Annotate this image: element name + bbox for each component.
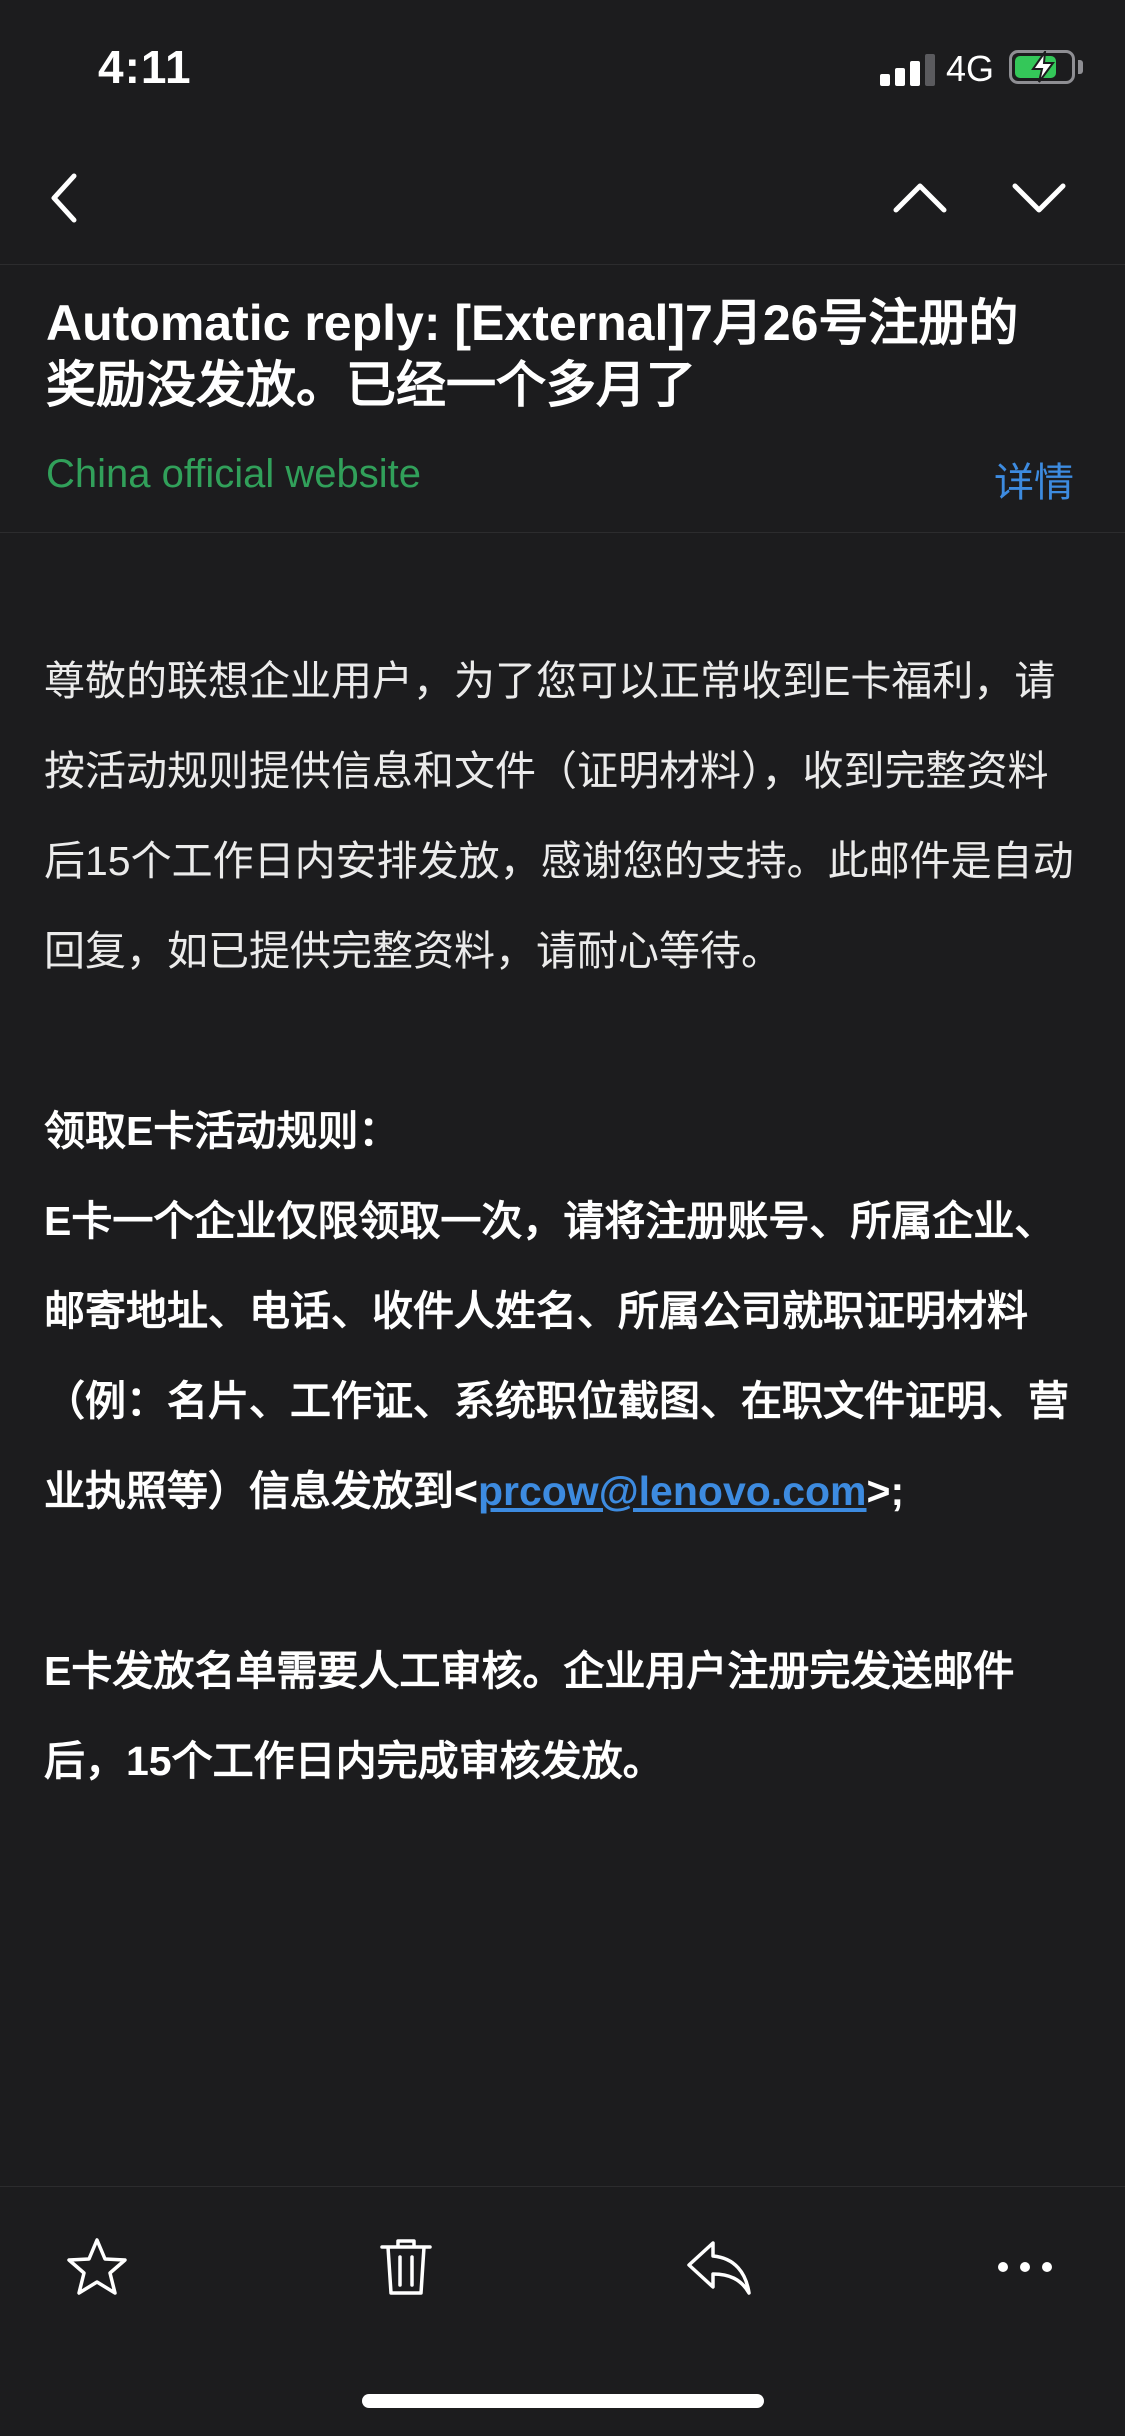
nav-bar: [0, 132, 1125, 265]
trash-icon: [380, 2239, 432, 2295]
charging-bolt-icon: [1031, 51, 1055, 83]
rules-open-bracket: <: [454, 1468, 478, 1514]
chevron-down-icon: [1012, 183, 1066, 213]
header-divider: [0, 532, 1125, 533]
email-subject: Automatic reply: [External]7月26号注册的奖励没发放…: [46, 295, 1019, 413]
rules-text: E卡一个企业仅限领取一次，请将注册账号、所属企业、邮寄地址、电话、收件人姓名、所…: [44, 1198, 1069, 1514]
rules-paragraph: E卡一个企业仅限领取一次，请将注册账号、所属企业、邮寄地址、电话、收件人姓名、所…: [44, 1176, 1084, 1536]
email-body: 尊敬的联想企业用户，为了您可以正常收到E卡福利，请按活动规则提供信息和文件（证明…: [44, 636, 1084, 1806]
network-type: 4G: [946, 48, 995, 89]
next-message-button[interactable]: [1003, 162, 1075, 234]
previous-message-button[interactable]: [884, 162, 956, 234]
more-icon: [998, 2262, 1052, 2272]
signal-strength-icon: [880, 52, 936, 86]
chevron-left-icon: [51, 173, 77, 223]
review-paragraph: E卡发放名单需要人工审核。企业用户注册完发送邮件后，15个工作日内完成审核发放。: [44, 1648, 1015, 1784]
home-indicator[interactable]: [362, 2394, 764, 2408]
contact-email-link[interactable]: prcow@lenovo.com: [478, 1468, 867, 1514]
more-button[interactable]: [985, 2227, 1065, 2307]
reply-icon: [687, 2241, 751, 2295]
status-time: 4:11: [98, 41, 192, 93]
sender-name[interactable]: China official website: [46, 452, 421, 497]
battery-tip: [1078, 60, 1083, 74]
reply-button[interactable]: [679, 2227, 759, 2307]
favorite-button[interactable]: [57, 2227, 137, 2307]
back-button[interactable]: [28, 162, 100, 234]
details-link[interactable]: 详情: [994, 450, 1074, 508]
delete-button[interactable]: [366, 2227, 446, 2307]
rules-close-bracket: >;: [866, 1468, 905, 1514]
chevron-up-icon: [893, 183, 947, 213]
bottom-toolbar: [0, 2187, 1125, 2347]
intro-paragraph: 尊敬的联想企业用户，为了您可以正常收到E卡福利，请按活动规则提供信息和文件（证明…: [44, 658, 1074, 974]
star-icon: [67, 2238, 127, 2295]
rules-heading: 领取E卡活动规则：: [44, 1108, 400, 1154]
email-screen: 4:11 4G Automatic reply: [External]7月26号…: [0, 0, 1125, 2436]
status-bar: 4:11 4G: [0, 0, 1125, 132]
